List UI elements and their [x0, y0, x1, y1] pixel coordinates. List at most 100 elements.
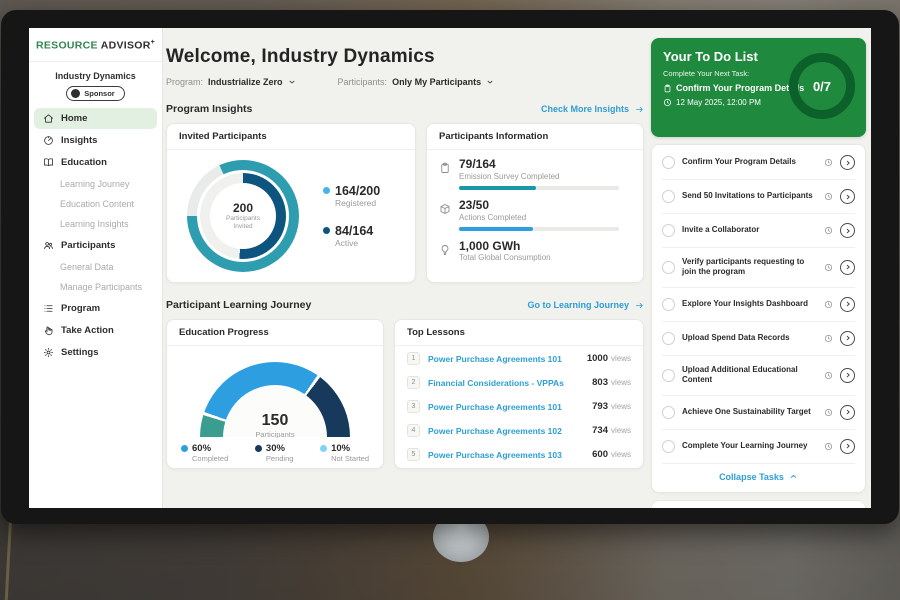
arrow-right-icon	[634, 301, 645, 310]
task-open-button[interactable]	[840, 368, 855, 383]
clock-icon	[824, 263, 833, 272]
task-open-button[interactable]	[840, 223, 855, 238]
views-label: views	[611, 402, 631, 411]
sidebar-item-take-action[interactable]: Take Action	[34, 320, 157, 341]
legend-active: 84/164 Active	[323, 224, 380, 248]
program-dropdown[interactable]: Program: Industrialize Zero	[166, 77, 296, 87]
education-gauge-chart: 150 Participants	[195, 357, 355, 437]
invited-total: 200	[233, 201, 253, 215]
lesson-views: 803	[592, 377, 608, 388]
emission-progress-bar	[459, 186, 619, 190]
sidebar-item-label: Participants	[61, 240, 115, 251]
task-label: Send 50 Invitations to Participants	[682, 191, 817, 201]
task-checkbox[interactable]	[662, 332, 675, 345]
education-progress-card: Education Progress 150 Participants 60% …	[166, 319, 384, 469]
arrow-right-icon	[634, 105, 645, 114]
gauge-legend: 60% Completed 30% Pending 10% Not Starte…	[167, 441, 383, 463]
task-checkbox[interactable]	[662, 440, 675, 453]
task-open-button[interactable]	[840, 405, 855, 420]
sidebar-item-home[interactable]: Home	[34, 108, 157, 129]
sidebar-item-label: Education	[61, 157, 107, 168]
legend-dot	[255, 445, 262, 452]
logo-secondary: ADVISOR	[101, 40, 151, 52]
sidebar-item-settings[interactable]: Settings	[34, 342, 157, 363]
legend-dot	[323, 187, 330, 194]
task-open-button[interactable]	[840, 260, 855, 275]
todo-task: Verify participants requesting to join t…	[662, 248, 855, 288]
task-checkbox[interactable]	[662, 156, 675, 169]
sponsor-badge[interactable]: Sponsor	[66, 86, 124, 101]
page-title: Welcome, Industry Dynamics	[166, 46, 645, 68]
sidebar-item-participants[interactable]: Participants	[34, 235, 157, 256]
sidebar-item-learning-insights[interactable]: Learning Insights	[29, 214, 162, 234]
active-value: 84/164	[335, 224, 380, 238]
card-title: Invited Participants	[167, 124, 415, 150]
task-checkbox[interactable]	[662, 298, 675, 311]
section-title: Participant Learning Journey	[166, 299, 311, 311]
task-open-button[interactable]	[840, 297, 855, 312]
lesson-link[interactable]: Financial Considerations - VPPAs	[428, 378, 564, 388]
lesson-link[interactable]: Power Purchase Agreements 102	[428, 426, 562, 436]
go-to-learning-journey-link[interactable]: Go to Learning Journey	[527, 300, 645, 310]
main-content: Welcome, Industry Dynamics Program: Indu…	[163, 28, 650, 508]
lesson-link[interactable]: Power Purchase Agreements 103	[428, 450, 562, 460]
views-label: views	[611, 378, 631, 387]
registered-value: 164/200	[335, 184, 380, 198]
gauge-value: 150	[195, 413, 355, 430]
todo-task: Achieve One Sustainability Target	[662, 396, 855, 430]
recent-news-title: Recent News	[652, 501, 865, 508]
sidebar-item-program[interactable]: Program	[34, 298, 157, 319]
todo-panel: Your To Do List Complete Your Next Task:…	[651, 28, 866, 508]
stat-label: Total Global Consumption	[459, 253, 551, 262]
bar-fill	[459, 227, 533, 231]
lesson-rank: 5	[407, 448, 420, 461]
participants-value: Only My Participants	[392, 77, 481, 87]
sidebar-item-general-data[interactable]: General Data	[29, 257, 162, 277]
task-checkbox[interactable]	[662, 261, 675, 274]
insights-cards-row: Invited Participants 200 Participants In…	[166, 123, 645, 283]
app-logo: RESOURCE ADVISOR+	[29, 28, 162, 62]
task-checkbox[interactable]	[662, 369, 675, 382]
sidebar-item-label: Insights	[61, 135, 97, 146]
legend-dot	[323, 227, 330, 234]
invited-total-label2: Invited	[233, 223, 252, 231]
cube-icon	[439, 199, 451, 233]
org-name: Industry Dynamics	[29, 71, 162, 81]
info-stats: 79/164 Emission Survey Completed 23/50 A…	[427, 150, 643, 262]
clipboard-icon	[439, 158, 451, 192]
gauge-label: Participants	[195, 430, 355, 439]
lesson-row: 5 Power Purchase Agreements 103 600views	[395, 442, 643, 466]
stat-value: 1,000 GWh	[459, 240, 551, 254]
lesson-link[interactable]: Power Purchase Agreements 101	[428, 402, 562, 412]
participants-dropdown[interactable]: Participants: Only My Participants	[338, 77, 495, 87]
collapse-tasks-link[interactable]: Collapse Tasks	[662, 464, 855, 491]
invited-total-label: Participants	[226, 215, 260, 223]
clock-icon	[824, 300, 833, 309]
sidebar-item-learning-journey[interactable]: Learning Journey	[29, 174, 162, 194]
task-checkbox[interactable]	[662, 190, 675, 203]
check-more-insights-link[interactable]: Check More Insights	[541, 104, 645, 114]
logo-primary: RESOURCE	[36, 40, 98, 52]
sidebar-item-insights[interactable]: Insights	[34, 130, 157, 151]
task-checkbox[interactable]	[662, 224, 675, 237]
lesson-link[interactable]: Power Purchase Agreements 101	[428, 354, 562, 364]
task-open-button[interactable]	[840, 439, 855, 454]
task-open-button[interactable]	[840, 331, 855, 346]
task-open-button[interactable]	[840, 189, 855, 204]
hand-icon	[43, 325, 54, 336]
invited-donut-chart: 200 Participants Invited 164/200 Registe…	[167, 150, 415, 282]
task-checkbox[interactable]	[662, 406, 675, 419]
clock-icon	[824, 158, 833, 167]
task-open-button[interactable]	[840, 155, 855, 170]
lesson-rank: 2	[407, 376, 420, 389]
todo-summary-card: Your To Do List Complete Your Next Task:…	[651, 38, 866, 137]
stat-value: 23/50	[459, 199, 619, 213]
sidebar-item-education[interactable]: Education	[34, 152, 157, 173]
todo-task: Invite a Collaborator	[662, 214, 855, 248]
logo-plus: +	[151, 39, 155, 46]
gauge-center: 150 Participants	[195, 413, 355, 439]
program-value: Industrialize Zero	[208, 77, 283, 87]
sidebar-item-education-content[interactable]: Education Content	[29, 194, 162, 214]
sidebar: RESOURCE ADVISOR+ Industry Dynamics Spon…	[29, 28, 163, 508]
sidebar-item-manage-participants[interactable]: Manage Participants	[29, 277, 162, 297]
